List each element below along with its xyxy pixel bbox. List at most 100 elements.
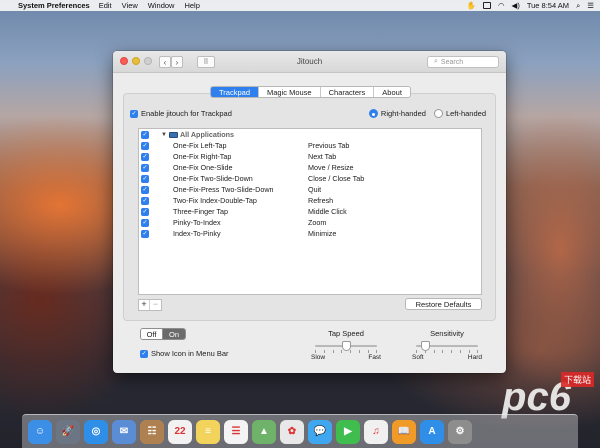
sensitivity-label: Sensitivity: [430, 329, 464, 338]
dock-finder-icon[interactable]: ☺: [28, 419, 52, 444]
jitouch-status-icon[interactable]: ✋: [467, 1, 476, 10]
wifi-icon[interactable]: ◠: [498, 1, 505, 10]
dock-photos-icon[interactable]: ✿: [280, 419, 304, 444]
gesture-row[interactable]: ✓ One-Fix Right-Tap Next Tab: [139, 151, 481, 162]
jitouch-preferences-window: ‹ › ⠿ Jitouch ⌕ Search Trackpad Magic Mo…: [113, 51, 506, 373]
enable-trackpad-checkbox[interactable]: ✓: [130, 109, 138, 118]
menu-window[interactable]: Window: [148, 1, 175, 10]
group-checkbox[interactable]: ✓: [141, 131, 149, 140]
display-icon[interactable]: [483, 2, 491, 9]
show-icon-option[interactable]: ✓ Show Icon in Menu Bar: [140, 349, 229, 358]
dock-maps-icon[interactable]: ▲: [252, 419, 276, 444]
restore-defaults-button[interactable]: Restore Defaults: [405, 298, 482, 310]
gesture-row[interactable]: ✓ Three-Finger Tap Middle Click: [139, 206, 481, 217]
gesture-row[interactable]: ✓ Index-To-Pinky Minimize: [139, 228, 481, 239]
menu-extras: ✋ ◠ ◀) Tue 8:54 AM ⌕ ☰: [467, 1, 600, 11]
remove-button[interactable]: −: [150, 300, 161, 310]
search-menu-icon[interactable]: ⌕: [576, 1, 580, 11]
dock-messages-icon[interactable]: 💬: [308, 419, 332, 444]
search-field[interactable]: ⌕ Search: [427, 56, 499, 68]
menu-view[interactable]: View: [122, 1, 138, 10]
right-handed-label: Right-handed: [380, 109, 426, 118]
gesture-action[interactable]: Middle Click: [308, 207, 347, 216]
tab-characters[interactable]: Characters: [321, 87, 375, 97]
gesture-row[interactable]: ✓ Two-Fix Index-Double-Tap Refresh: [139, 195, 481, 206]
dock-notes-icon[interactable]: ≡: [196, 419, 220, 444]
gesture-action[interactable]: Next Tab: [308, 152, 336, 161]
tap-speed-label: Tap Speed: [328, 329, 364, 338]
tab-trackpad[interactable]: Trackpad: [211, 87, 259, 97]
dock-calendar-icon[interactable]: 22: [168, 419, 192, 444]
dock-app-store-icon[interactable]: A: [420, 419, 444, 444]
gesture-action[interactable]: Close / Close Tab: [308, 174, 364, 183]
show-icon-checkbox[interactable]: ✓: [140, 349, 148, 358]
on-segment[interactable]: On: [163, 329, 185, 339]
dock-reminders-icon[interactable]: ☰: [224, 419, 248, 444]
clock[interactable]: Tue 8:54 AM: [527, 1, 569, 10]
gesture-action[interactable]: Refresh: [308, 196, 333, 205]
tap-speed-thumb[interactable]: [341, 341, 351, 351]
gesture-action[interactable]: Zoom: [308, 218, 326, 227]
gesture-action[interactable]: Move / Resize: [308, 163, 354, 172]
dock-contacts-icon[interactable]: ☷: [140, 419, 164, 444]
search-placeholder: Search: [440, 58, 464, 66]
on-off-toggle[interactable]: Off On: [140, 328, 186, 340]
volume-icon[interactable]: ◀): [512, 1, 520, 10]
gesture-checkbox[interactable]: ✓: [141, 153, 149, 162]
gesture-checkbox[interactable]: ✓: [141, 208, 149, 217]
title-bar: ‹ › ⠿ Jitouch ⌕ Search: [113, 51, 506, 73]
gesture-name: One-Fix Left-Tap: [173, 141, 227, 150]
gesture-action[interactable]: Previous Tab: [308, 141, 349, 150]
pc6-watermark-logo: pc6 下载站: [502, 372, 594, 417]
gesture-checkbox[interactable]: ✓: [141, 197, 149, 206]
gesture-row[interactable]: ✓ Pinky-To-Index Zoom: [139, 217, 481, 228]
off-segment[interactable]: Off: [141, 329, 163, 339]
menu-edit[interactable]: Edit: [99, 1, 112, 10]
gesture-checkbox[interactable]: ✓: [141, 175, 149, 184]
gesture-row[interactable]: ✓ One-Fix Two-Slide-Down Close / Close Tab: [139, 173, 481, 184]
left-handed-label: Left-handed: [445, 109, 486, 118]
dock-safari-icon[interactable]: ◎: [84, 419, 108, 444]
gesture-list[interactable]: ✓ ▼ All Applications ✓ One-Fix Left-Tap Pr…: [138, 128, 482, 295]
left-handed-radio[interactable]: Left-handed: [433, 109, 486, 118]
gesture-name: One-Fix-Press Two-Slide-Down: [173, 185, 274, 194]
gesture-action[interactable]: Quit: [308, 185, 321, 194]
disclosure-triangle-icon[interactable]: ▼: [161, 132, 167, 138]
monitor-icon: [168, 131, 178, 138]
menu-app-name[interactable]: System Preferences: [18, 1, 90, 10]
menu-help[interactable]: Help: [184, 1, 199, 10]
gesture-name: Pinky-To-Index: [173, 218, 221, 227]
sensitivity-slider[interactable]: [416, 341, 478, 351]
gesture-row[interactable]: ✓ One-Fix-Press Two-Slide-Down Quit: [139, 184, 481, 195]
dock-mail-icon[interactable]: ✉: [112, 419, 136, 444]
sensitivity-control: Sensitivity Soft Hard: [412, 329, 482, 361]
gesture-checkbox[interactable]: ✓: [141, 219, 149, 228]
add-button[interactable]: +: [139, 300, 150, 310]
dock-ibooks-icon[interactable]: 📖: [392, 419, 416, 444]
gesture-checkbox[interactable]: ✓: [141, 186, 149, 195]
notification-center-icon[interactable]: ☰: [587, 1, 594, 10]
right-handed-radio-dot[interactable]: [368, 109, 378, 118]
sensitivity-thumb[interactable]: [420, 341, 430, 351]
gesture-row[interactable]: ✓ One-Fix Left-Tap Previous Tab: [139, 140, 481, 151]
group-row-all-applications[interactable]: ✓ ▼ All Applications: [139, 129, 481, 140]
show-icon-label: Show Icon in Menu Bar: [151, 349, 229, 358]
sensitivity-min-label: Soft: [412, 354, 424, 361]
tap-speed-slider[interactable]: [315, 341, 377, 351]
enable-trackpad-option[interactable]: ✓ Enable jitouch for Trackpad: [130, 109, 232, 118]
dock-itunes-icon[interactable]: ♫: [364, 419, 388, 444]
gesture-checkbox[interactable]: ✓: [141, 230, 149, 239]
handedness-radio-group: Right-handed Left-handed: [368, 109, 486, 118]
gesture-row[interactable]: ✓ One-Fix One-Slide Move / Resize: [139, 162, 481, 173]
right-handed-radio[interactable]: Right-handed: [368, 109, 426, 118]
dock-launchpad-icon[interactable]: 🚀: [56, 419, 80, 444]
dock-system-preferences-icon[interactable]: ⚙: [448, 419, 472, 444]
gesture-checkbox[interactable]: ✓: [141, 164, 149, 173]
tab-magic-mouse[interactable]: Magic Mouse: [259, 87, 321, 97]
dock-facetime-icon[interactable]: ▶: [336, 419, 360, 444]
tab-about[interactable]: About: [374, 87, 410, 97]
left-handed-radio-dot[interactable]: [433, 109, 443, 118]
gesture-checkbox[interactable]: ✓: [141, 142, 149, 151]
tap-speed-min-label: Slow: [311, 354, 326, 361]
gesture-action[interactable]: Minimize: [308, 229, 336, 238]
